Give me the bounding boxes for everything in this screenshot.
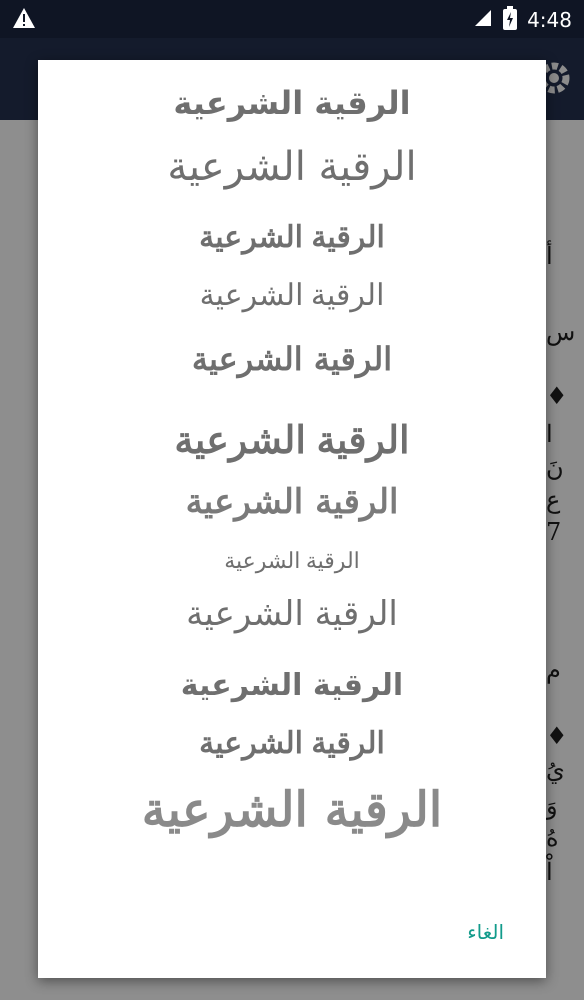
font-option-11[interactable]: الرقية الشرعية bbox=[38, 726, 546, 761]
font-option-9[interactable]: الرقية الشرعية bbox=[38, 594, 546, 634]
cancel-button[interactable]: الغاء bbox=[467, 920, 504, 944]
font-option-6[interactable]: الرقية الشرعية bbox=[38, 418, 546, 463]
background-text: أ bbox=[546, 242, 553, 270]
font-option-7[interactable]: الرقية الشرعية bbox=[38, 482, 546, 522]
background-text: نَ bbox=[546, 454, 564, 482]
background-text: ا bbox=[546, 420, 553, 448]
background-text: ♦ bbox=[546, 382, 568, 410]
background-text: م bbox=[546, 656, 561, 684]
background-text: ع bbox=[546, 486, 561, 514]
font-picker-dialog: الرقية الشرعية الرقية الشرعية الرقية الش… bbox=[38, 60, 546, 978]
font-option-3[interactable]: الرقية الشرعية bbox=[38, 220, 546, 255]
background-text: هُ bbox=[546, 824, 559, 852]
signal-icon bbox=[473, 8, 493, 32]
font-option-1[interactable]: الرقية الشرعية bbox=[38, 84, 546, 122]
font-option-2[interactable]: الرقية الشرعية bbox=[38, 144, 546, 190]
background-text: ♦ bbox=[546, 722, 568, 750]
clock: 4:48 bbox=[527, 8, 572, 32]
font-option-10[interactable]: الرقية الشرعية bbox=[38, 668, 546, 703]
background-text: وَ bbox=[546, 792, 558, 820]
font-option-8[interactable]: الرقية الشرعية bbox=[38, 548, 546, 574]
status-bar: 4:48 bbox=[0, 0, 584, 38]
background-text: اْ bbox=[546, 858, 553, 886]
font-option-5[interactable]: الرقية الشرعية bbox=[38, 340, 546, 378]
warning-icon bbox=[12, 7, 36, 33]
background-text: 7 bbox=[546, 518, 562, 546]
background-text: س bbox=[546, 318, 576, 346]
font-option-4[interactable]: الرقية الشرعية bbox=[38, 278, 546, 313]
battery-charging-icon bbox=[503, 6, 518, 34]
background-text: يُ bbox=[546, 756, 565, 784]
font-option-12[interactable]: الرقية الشرعية bbox=[38, 782, 546, 838]
